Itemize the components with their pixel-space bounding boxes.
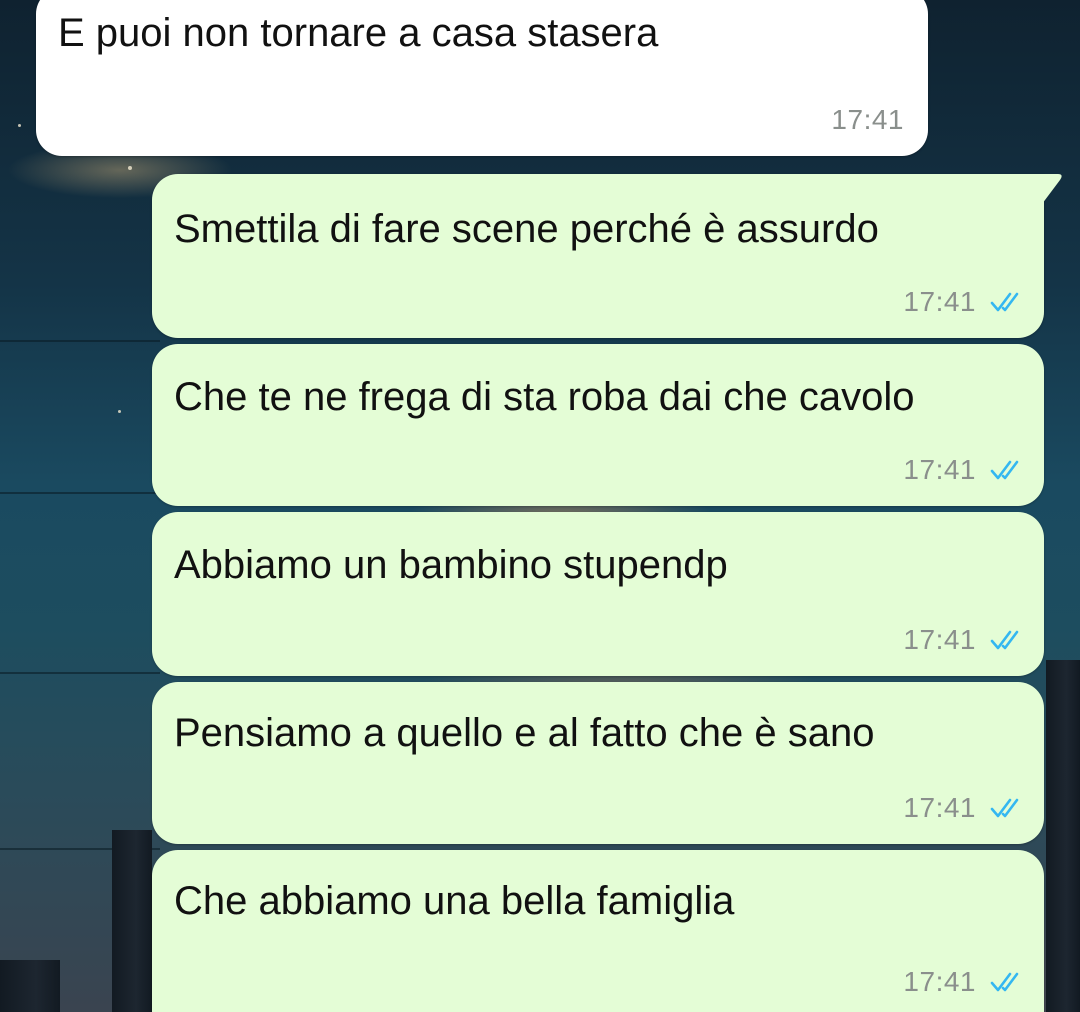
message-text: Pensiamo a quello e al fatto che è sano <box>174 711 875 755</box>
message-meta: 17:41 <box>903 452 1020 488</box>
outgoing-message-bubble[interactable]: Pensiamo a quello e al fatto che è sano … <box>152 682 1044 844</box>
outgoing-message-bubble[interactable]: Smettila di fare scene perché è assurdo … <box>152 174 1062 338</box>
message-list: E puoi non tornare a casa stasera 17:41 … <box>0 0 1080 1012</box>
double-check-read-icon <box>990 798 1019 818</box>
message-time: 17:41 <box>903 454 976 485</box>
message-text: Che abbiamo una bella famiglia <box>174 879 735 923</box>
message-time: 17:41 <box>903 792 976 823</box>
message-meta: 17:41 <box>903 284 1020 320</box>
message-meta: 17:41 <box>903 790 1020 826</box>
message-time: 17:41 <box>903 624 976 655</box>
message-time: 17:41 <box>831 104 904 135</box>
double-check-read-icon <box>990 972 1019 992</box>
message-meta: 17:41 <box>831 102 904 138</box>
outgoing-message-bubble[interactable]: Che te ne frega di sta roba dai che cavo… <box>152 344 1044 506</box>
message-meta: 17:41 <box>903 622 1020 658</box>
message-text: Abbiamo un bambino stupendp <box>174 543 728 587</box>
message-text: Che te ne frega di sta roba dai che cavo… <box>174 375 915 419</box>
message-text: E puoi non tornare a casa stasera <box>58 11 659 55</box>
message-time: 17:41 <box>903 966 976 997</box>
double-check-read-icon <box>990 630 1019 650</box>
double-check-read-icon <box>990 460 1019 480</box>
message-meta: 17:41 <box>903 964 1020 1000</box>
message-time: 17:41 <box>903 286 976 317</box>
outgoing-message-bubble[interactable]: Che abbiamo una bella famiglia 17:41 <box>152 850 1044 1012</box>
incoming-message-bubble[interactable]: E puoi non tornare a casa stasera 17:41 <box>36 0 928 156</box>
bubble-tail-icon <box>1024 174 1062 204</box>
outgoing-message-bubble[interactable]: Abbiamo un bambino stupendp 17:41 <box>152 512 1044 676</box>
message-text: Smettila di fare scene perché è assurdo <box>174 207 879 251</box>
double-check-read-icon <box>990 292 1019 312</box>
